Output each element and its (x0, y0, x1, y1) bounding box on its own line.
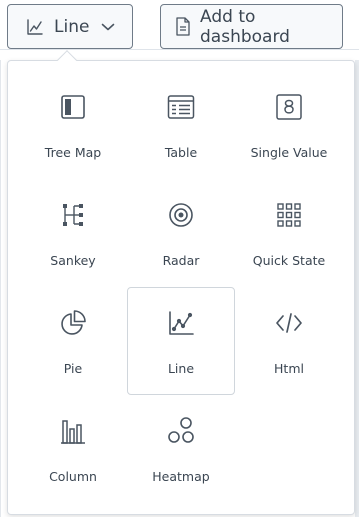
menu-item-html[interactable]: Html (235, 300, 343, 408)
radar-icon (167, 200, 195, 230)
heatmap-icon (166, 416, 196, 446)
line-chart-icon (26, 18, 44, 36)
menu-item-sankey[interactable]: Sankey (19, 192, 127, 300)
menu-item-single-value[interactable]: Single Value (235, 84, 343, 192)
menu-item-quick-state[interactable]: Quick State (235, 192, 343, 300)
code-icon (275, 308, 303, 338)
tree-map-icon (60, 92, 86, 122)
menu-item-radar[interactable]: Radar (127, 192, 235, 300)
menu-item-label: Tree Map (44, 145, 102, 160)
menu-item-label: Heatmap (152, 469, 210, 484)
menu-item-label: Quick State (252, 253, 326, 268)
add-to-dashboard-button[interactable]: Add to dashboard (160, 4, 343, 49)
document-icon (175, 17, 191, 36)
chart-type-label: Line (54, 16, 90, 37)
menu-item-label: Column (49, 469, 97, 484)
toolbar-divider (0, 49, 359, 50)
sankey-icon (60, 200, 86, 230)
menu-item-label: Html (274, 361, 304, 376)
pie-chart-icon (59, 308, 87, 338)
menu-item-label: Table (164, 145, 198, 160)
table-icon (167, 92, 195, 122)
single-value-icon (275, 92, 303, 122)
scrollbar-track[interactable] (355, 60, 359, 517)
panel-edge (0, 60, 1, 517)
chevron-down-icon (101, 22, 115, 32)
add-to-dashboard-label: Add to dashboard (200, 6, 290, 47)
menu-item-label: Single Value (250, 145, 328, 160)
chart-type-button[interactable]: Line (7, 4, 133, 49)
chart-editor: Line Add to dashboard Tree Map Table Sin… (0, 0, 359, 517)
menu-item-heatmap[interactable]: Heatmap (127, 408, 235, 516)
menu-item-label: Pie (63, 361, 83, 376)
menu-item-table[interactable]: Table (127, 84, 235, 192)
menu-item-column[interactable]: Column (19, 408, 127, 516)
column-chart-icon (59, 416, 87, 446)
menu-item-label: Line (167, 361, 195, 376)
line-chart-icon (167, 308, 195, 338)
menu-item-line[interactable]: Line (127, 287, 235, 395)
menu-item-label: Radar (162, 253, 200, 268)
menu-item-tree-map[interactable]: Tree Map (19, 84, 127, 192)
quick-state-icon (276, 200, 302, 230)
menu-item-pie[interactable]: Pie (19, 300, 127, 408)
menu-item-label: Sankey (50, 253, 96, 268)
